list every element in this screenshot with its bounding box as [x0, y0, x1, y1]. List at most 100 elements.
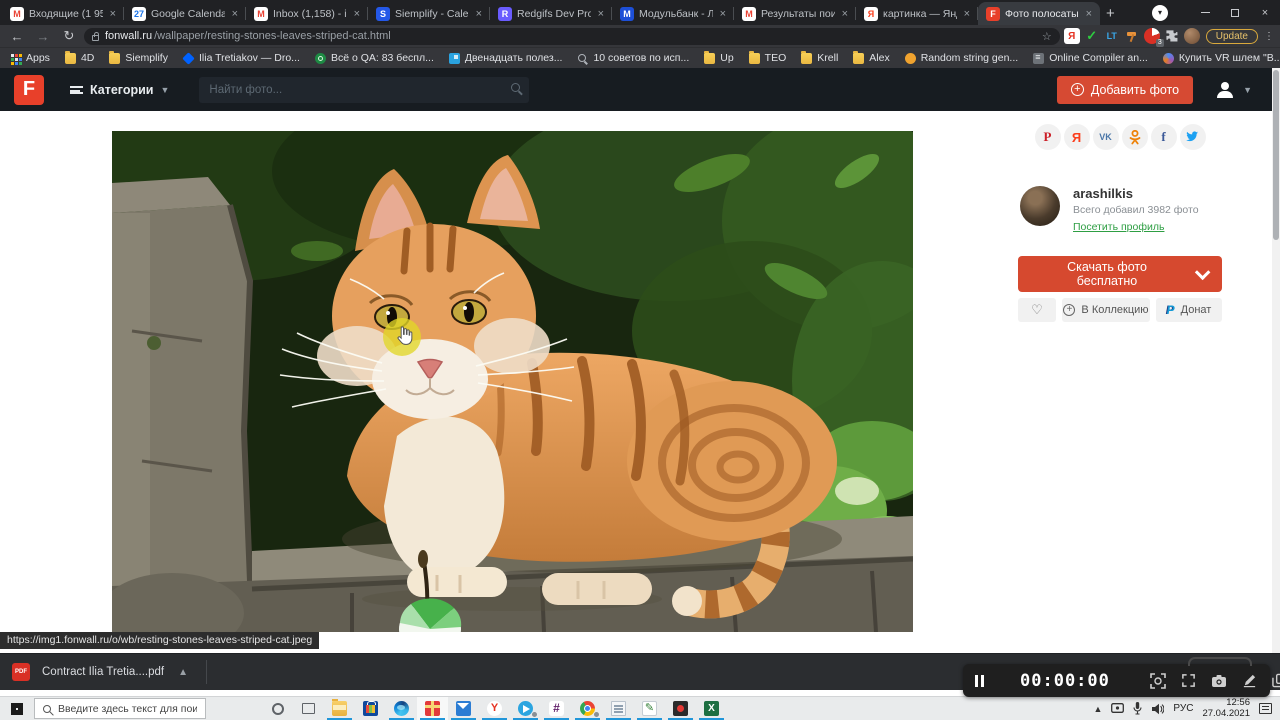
bookmark-item[interactable]: 4D [65, 52, 94, 64]
bookmark-item[interactable]: Apps [10, 52, 50, 64]
copy-window-icon[interactable] [1272, 673, 1280, 688]
tab-close-icon[interactable]: × [108, 8, 118, 20]
tool-extension-icon[interactable] [1124, 28, 1140, 44]
facebook-share-icon[interactable]: f [1151, 124, 1177, 150]
browser-tab[interactable]: Я картинка — Яндекс × [856, 2, 978, 25]
page-scrollbar[interactable] [1272, 68, 1280, 653]
browser-tab[interactable]: F Фото полосатый кот × [978, 2, 1100, 25]
download-options-chevron-icon[interactable] [1178, 269, 1222, 280]
start-button[interactable] [0, 697, 34, 720]
like-button[interactable]: ♡ [1018, 298, 1056, 322]
account-chevron-icon[interactable]: ▼ [1243, 85, 1252, 95]
fonwall-logo[interactable]: F [14, 75, 44, 105]
tab-close-icon[interactable]: × [962, 8, 972, 20]
bookmark-item[interactable]: Ilia Tretiakov — Dro... [183, 52, 300, 64]
browser-tab[interactable]: M Входящие (1 952) - in × [2, 2, 124, 25]
update-button[interactable]: Update [1206, 29, 1258, 44]
bookmark-item[interactable]: Online Compiler an... [1033, 52, 1148, 64]
extensions-puzzle-icon[interactable] [1164, 28, 1180, 44]
browser-tab[interactable]: M Inbox (1,158) - ilia.tret × [246, 2, 368, 25]
recorder-drag-handle[interactable] [1188, 657, 1252, 666]
media-controls-icon[interactable]: ▾ [1152, 5, 1168, 21]
browser-tab[interactable]: М Модульбанк - Личны × [612, 2, 734, 25]
camera-screenshot-icon[interactable] [1211, 674, 1227, 688]
profile-avatar[interactable] [1184, 28, 1200, 44]
minimize-button[interactable] [1190, 0, 1220, 25]
excel-icon[interactable]: X [696, 697, 727, 720]
capture-region-icon[interactable] [1150, 673, 1166, 689]
edge-icon[interactable] [386, 697, 417, 720]
file-explorer-icon[interactable] [324, 697, 355, 720]
odnoklassniki-share-icon[interactable] [1122, 124, 1148, 150]
download-photo-button[interactable]: Скачать фото бесплатно [1018, 256, 1222, 292]
notification-center-icon[interactable] [1259, 703, 1272, 714]
tab-close-icon[interactable]: × [596, 8, 606, 20]
bookmark-item[interactable]: Всё о QA: 83 беспл... [315, 52, 434, 64]
clock[interactable]: 12:56 27.04.2021 [1202, 698, 1250, 720]
bookmark-item[interactable]: Купить VR шлем "В... [1163, 52, 1280, 64]
vk-share-icon[interactable]: VK [1093, 124, 1119, 150]
twitter-share-icon[interactable] [1180, 124, 1206, 150]
photo-search-input[interactable] [199, 77, 529, 103]
new-tab-button[interactable]: + [1106, 5, 1115, 22]
volume-tray-icon[interactable] [1151, 703, 1164, 715]
yandex-extension-icon[interactable]: Я [1064, 28, 1080, 44]
microphone-tray-icon[interactable] [1133, 702, 1142, 715]
taskbar-search[interactable] [34, 698, 206, 719]
tab-close-icon[interactable]: × [474, 8, 484, 20]
tab-close-icon[interactable]: × [1084, 8, 1094, 20]
pause-recording-button[interactable] [975, 675, 984, 687]
screen-recorder-icon[interactable] [665, 697, 696, 720]
pinterest-share-icon[interactable]: P [1035, 124, 1061, 150]
wallpaper-photo[interactable] [112, 131, 913, 632]
cortana-icon[interactable] [262, 697, 293, 720]
categories-menu[interactable]: Категории ▼ [70, 83, 169, 97]
display-capture-tray-icon[interactable] [1111, 703, 1124, 714]
bookmark-item[interactable]: Двенадцать полез... [449, 52, 563, 64]
microsoft-store-icon[interactable] [355, 697, 386, 720]
check-extension-icon[interactable]: ✓ [1084, 28, 1100, 44]
file-menu-chevron-icon[interactable]: ▲ [178, 667, 188, 678]
bookmark-item[interactable]: 10 советов по исп... [577, 52, 689, 64]
yandex-share-icon[interactable]: Я [1064, 124, 1090, 150]
gift-app-icon[interactable] [417, 697, 448, 720]
reload-button[interactable]: ↻ [58, 28, 80, 44]
address-bar[interactable]: fonwall.ru/wallpaper/resting-stones-leav… [84, 28, 1060, 45]
browser-tab[interactable]: R Redgifs Dev Product B × [490, 2, 612, 25]
add-photo-button[interactable]: + Добавить фото [1057, 76, 1193, 104]
tab-close-icon[interactable]: × [718, 8, 728, 20]
tab-close-icon[interactable]: × [840, 8, 850, 20]
tracker-extension-icon[interactable]: 3 [1144, 28, 1160, 44]
taskbar-search-input[interactable] [58, 703, 197, 715]
yandex-browser-icon[interactable]: Y [479, 697, 510, 720]
visit-profile-link[interactable]: Посетить профиль [1073, 221, 1164, 233]
telegram-icon[interactable] [510, 697, 541, 720]
browser-tab[interactable]: M Результаты поиска - × [734, 2, 856, 25]
task-view-icon[interactable] [293, 697, 324, 720]
back-button[interactable]: ← [6, 29, 28, 44]
donate-button[interactable]: P Донат [1156, 298, 1222, 322]
user-account-icon[interactable] [1217, 82, 1233, 98]
fullscreen-icon[interactable] [1181, 673, 1196, 688]
tab-close-icon[interactable]: × [230, 8, 240, 20]
tab-close-icon[interactable]: × [352, 8, 362, 20]
restore-button[interactable] [1220, 0, 1250, 25]
language-indicator[interactable]: РУС [1173, 703, 1193, 714]
forward-button[interactable]: → [32, 29, 54, 44]
editor-icon[interactable]: ✎ [634, 697, 665, 720]
bookmark-item[interactable]: TEO [749, 52, 787, 64]
downloaded-file-name[interactable]: Contract Ilia Tretia....pdf [42, 666, 164, 678]
bookmark-item[interactable]: Krell [801, 52, 838, 64]
bookmark-item[interactable]: Up [704, 52, 733, 64]
author-avatar[interactable] [1020, 186, 1060, 226]
chrome-icon[interactable] [572, 697, 603, 720]
tray-expand-icon[interactable]: ▲ [1094, 704, 1103, 714]
bookmark-item[interactable]: Alex [853, 52, 889, 64]
scrollbar-thumb[interactable] [1273, 70, 1279, 240]
draw-pencil-icon[interactable] [1242, 673, 1257, 688]
bookmark-item[interactable]: Random string gen... [905, 52, 1018, 64]
slack-icon[interactable]: # [541, 697, 572, 720]
close-button[interactable]: × [1250, 0, 1280, 25]
browser-tab[interactable]: 27 Google Calendar - We × [124, 2, 246, 25]
notepad-icon[interactable] [603, 697, 634, 720]
